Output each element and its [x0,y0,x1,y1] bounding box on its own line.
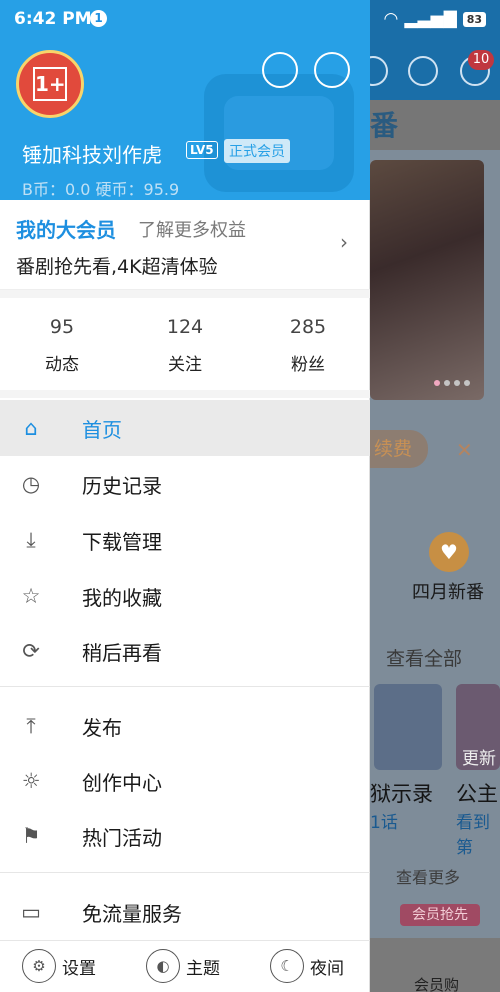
avatar[interactable]: 1+ [16,50,84,118]
stat-number: 124 [166,316,204,338]
wifi-icon: ◠ [383,9,399,29]
card-title[interactable]: 公主 [456,778,498,808]
stat-number: 285 [289,316,327,338]
divider [0,686,370,687]
battery-icon: 83 [462,11,486,27]
status-icons: ◠ ▂▃▅▇ 83 [384,9,486,29]
divider [0,290,370,298]
palette-icon: ◐ [146,949,180,983]
night-button[interactable]: ☾ 夜间 [270,949,344,983]
stat-label: 粉丝 [291,355,325,375]
menu-label: 稍后再看 [82,641,162,665]
stat-dynamics[interactable]: 95 动态 [2,316,122,375]
stats-row: 95 动态 124 关注 285 粉丝 [0,298,370,390]
download-icon: ⤓ [26,528,36,552]
member-badge[interactable]: 正式会员 [224,139,290,163]
new-anime-label[interactable]: 四月新番 [412,578,484,604]
card-title[interactable]: 狱示录 [370,778,433,808]
menu-label: 免流量服务 [82,902,182,926]
see-all-link[interactable]: 查看全部 [386,644,462,671]
stat-following[interactable]: 124 关注 [125,316,245,375]
section-title: 番 [370,109,399,142]
divider [0,872,370,873]
menu-watch-later[interactable]: ⟳ 稍后再看 [0,623,370,679]
nav-shop[interactable]: 会员购 [414,974,459,992]
settings-button[interactable]: ⚙ 设置 [22,949,96,983]
banner-image[interactable] [370,160,484,400]
stat-followers[interactable]: 285 粉丝 [248,316,368,375]
vip-card[interactable]: 我的大会员 了解更多权益 番剧抢先看,4K超清体验 › [0,200,370,290]
promo-badge: 会员抢先 [400,904,480,926]
menu-home[interactable]: ⌂ 首页 [0,400,370,456]
menu-history[interactable]: ◷ 历史记录 [0,456,370,512]
download-icon[interactable] [408,56,438,86]
vip-desc: 番剧抢先看,4K超清体验 [16,256,218,278]
vip-more: 了解更多权益 [138,220,246,241]
status-bar: 6:42 PM 1 ◠ ▂▃▅▇ 83 [0,0,500,38]
menu-download[interactable]: ⤓ 下载管理 [0,512,370,568]
signal-icon: ▂▃▅▇ [404,9,457,29]
night-label: 夜间 [310,958,344,979]
card-subtitle: 1话 [370,813,398,833]
banner-dots [434,380,470,386]
upload-icon: ⤒ [26,714,36,738]
see-more-link[interactable]: 查看更多 [396,864,460,888]
theme-button[interactable]: ◐ 主题 [146,949,220,983]
menu-creator[interactable]: ☼ 创作中心 [0,753,370,809]
moon-icon: ☾ [270,949,304,983]
anime-thumb[interactable] [374,684,442,770]
wallet-icon[interactable] [262,52,298,88]
settings-label: 设置 [62,958,96,979]
flag-icon: ⚑ [21,824,41,848]
stat-number: 95 [49,316,75,338]
side-drawer: 1+ 锤加科技刘作虎 LV5 正式会员 B币：0.0 硬币：95.9 我的大会员… [0,0,370,992]
menu-label: 历史记录 [82,474,162,498]
history-icon: ◷ [21,472,41,496]
menu-label: 热门活动 [82,826,162,850]
menu-free-data[interactable]: ▭ 免流量服务 [0,884,370,940]
vip-title: 我的大会员 [16,218,116,242]
avatar-logo: 1+ [33,67,67,101]
bulb-icon: ☼ [21,769,41,793]
watch-later-icon: ⟳ [22,639,40,663]
close-icon[interactable]: ✕ [456,438,473,462]
theme-label: 主题 [186,958,220,979]
settings-icon: ⚙ [22,949,56,983]
update-label: 更新 [462,749,496,769]
stat-label: 关注 [168,355,202,375]
star-icon: ☆ [21,584,41,608]
home-icon: ⌂ [24,416,38,440]
menu-publish[interactable]: ⤒ 发布 [0,698,370,754]
renew-button[interactable]: 续费 [370,430,428,468]
card-subtitle: 看到第 [456,813,490,858]
menu-label: 首页 [82,418,122,442]
level-badge: LV5 [186,141,218,159]
heart-icon[interactable]: ♥ [429,532,469,572]
background-app[interactable]: 10 番 续费 ✕ ♥ 四月新番 查看全部 更新 狱示录 公主 1话 看到第 查… [370,0,500,992]
menu-label: 下载管理 [82,530,162,554]
drawer-bottom-bar: ⚙ 设置 ◐ 主题 ☾ 夜间 [0,940,370,992]
divider [0,390,370,398]
scan-icon[interactable] [314,52,350,88]
notification-badge: 1 [90,10,107,27]
menu-label: 我的收藏 [82,586,162,610]
sim-icon: ▭ [21,900,41,924]
message-badge: 10 [468,50,494,70]
coin-balance: B币：0.0 硬币：95.9 [22,180,180,199]
menu-label: 发布 [82,716,122,740]
stat-label: 动态 [45,355,79,375]
menu-favorites[interactable]: ☆ 我的收藏 [0,568,370,624]
menu-events[interactable]: ⚑ 热门活动 [0,808,370,864]
chevron-right-icon: › [340,230,348,254]
status-time: 6:42 PM [14,9,92,29]
menu-label: 创作中心 [82,771,162,795]
tv-mascot-icon [204,74,354,192]
username[interactable]: 锤加科技刘作虎 [22,139,162,168]
